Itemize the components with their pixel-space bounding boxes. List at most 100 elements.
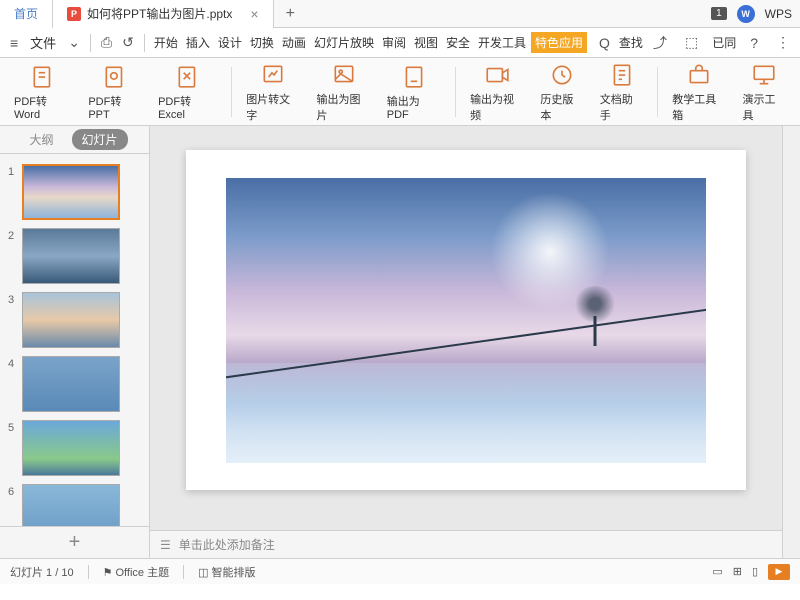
save-icon[interactable]: ⬚ xyxy=(681,34,702,51)
slide-thumbnail-5[interactable] xyxy=(22,420,120,476)
pdf-to-excel-button[interactable]: PDF转Excel xyxy=(150,58,225,125)
dropdown-icon[interactable]: ⌄ xyxy=(64,34,84,51)
ribbon-separator xyxy=(455,67,456,117)
menu-design[interactable]: 设计 xyxy=(215,34,245,51)
slide-thumbnail-2[interactable] xyxy=(22,228,120,284)
fence-graphic xyxy=(226,306,706,462)
slide-number: 5 xyxy=(8,420,22,434)
canvas-viewport[interactable] xyxy=(150,126,782,530)
print-icon[interactable]: ⎙ xyxy=(97,34,116,51)
menu-security[interactable]: 安全 xyxy=(443,34,473,51)
slide-number: 4 xyxy=(8,356,22,370)
ribbon-separator xyxy=(231,67,232,117)
export-pdf-icon xyxy=(400,63,428,91)
new-tab-button[interactable]: + xyxy=(274,0,307,28)
slideshow-button[interactable]: ▶ xyxy=(768,564,790,580)
view-sorter-icon[interactable]: ⊞ xyxy=(733,565,742,578)
menu-start[interactable]: 开始 xyxy=(151,34,181,51)
panel-tabs: 大纲 幻灯片 xyxy=(0,126,149,154)
history-button[interactable]: 历史版本 xyxy=(532,58,591,125)
export-image-icon xyxy=(330,61,358,89)
ppt-file-icon: P xyxy=(67,7,81,21)
notes-icon: ☰ xyxy=(160,538,171,552)
toolbox-icon xyxy=(685,61,713,89)
menu-bar: ≡ 文件 ⌄ ⎙ ↺ 开始 插入 设计 切换 动画 幻灯片放映 审阅 视图 安全… xyxy=(0,28,800,58)
file-menu[interactable]: 文件 xyxy=(24,33,62,52)
more-icon[interactable]: ⋮ xyxy=(772,34,794,51)
pdf-ppt-icon xyxy=(101,63,129,91)
brand-label: WPS xyxy=(765,7,792,21)
menu-review[interactable]: 审阅 xyxy=(379,34,409,51)
slide-panel: 大纲 幻灯片 1 2 3 4 5 6 + xyxy=(0,126,150,558)
doc-assistant-button[interactable]: 文档助手 xyxy=(592,58,651,125)
slide-image[interactable] xyxy=(226,178,706,463)
thumbnail-row: 6 xyxy=(0,480,149,526)
slide-thumbnail-3[interactable] xyxy=(22,292,120,348)
menu-insert[interactable]: 插入 xyxy=(183,34,213,51)
help-icon[interactable]: ? xyxy=(746,35,762,51)
wps-logo-icon[interactable]: W xyxy=(737,5,755,23)
ocr-icon xyxy=(259,61,287,89)
menu-special-apps[interactable]: 特色应用 xyxy=(531,32,587,53)
tab-slides[interactable]: 幻灯片 xyxy=(72,129,128,150)
pdf-to-word-button[interactable]: PDF转Word xyxy=(6,58,80,125)
view-normal-icon[interactable]: ▭ xyxy=(712,565,722,578)
video-icon xyxy=(483,61,511,89)
sync-label: 已同 xyxy=(712,34,736,51)
close-tab-icon[interactable]: × xyxy=(250,6,258,22)
theme-label: ⚑ Office 主题 xyxy=(103,564,170,580)
thumbnail-row: 5 xyxy=(0,416,149,480)
ribbon-separator xyxy=(657,67,658,117)
preview-icon[interactable]: ↺ xyxy=(118,34,138,51)
notes-pane[interactable]: ☰ 单击此处添加备注 xyxy=(150,530,782,558)
separator xyxy=(90,34,91,52)
tab-home-label: 首页 xyxy=(14,5,38,22)
menu-devtools[interactable]: 开发工具 xyxy=(475,34,529,51)
slide-number: 3 xyxy=(8,292,22,306)
status-bar: 幻灯片 1 / 10 ⚑ Office 主题 ◫ 智能排版 ▭ ⊞ ▯ ▶ xyxy=(0,558,800,584)
document-title: 如何将PPT输出为图片.pptx xyxy=(87,5,232,22)
share-icon[interactable]: ⤴ xyxy=(649,33,671,53)
add-slide-button[interactable]: + xyxy=(0,526,149,558)
slide-thumbnail-1[interactable] xyxy=(22,164,120,220)
slide-thumbnail-4[interactable] xyxy=(22,356,120,412)
tab-document[interactable]: P 如何将PPT输出为图片.pptx × xyxy=(53,0,274,28)
tab-outline[interactable]: 大纲 xyxy=(21,129,61,150)
notification-badge[interactable]: 1 xyxy=(711,7,727,20)
thumbnail-row: 2 xyxy=(0,224,149,288)
thumbnail-row: 1 xyxy=(0,160,149,224)
hamburger-icon[interactable]: ≡ xyxy=(6,35,22,51)
slide-number: 2 xyxy=(8,228,22,242)
slide-thumbnail-6[interactable] xyxy=(22,484,120,526)
current-slide[interactable] xyxy=(186,150,746,490)
thumbnail-row: 4 xyxy=(0,352,149,416)
menu-view[interactable]: 视图 xyxy=(411,34,441,51)
pdf-excel-icon xyxy=(174,63,202,91)
tab-home[interactable]: 首页 xyxy=(0,0,53,28)
thumbnail-list[interactable]: 1 2 3 4 5 6 xyxy=(0,154,149,526)
export-image-button[interactable]: 输出为图片 xyxy=(308,58,378,125)
right-rail[interactable] xyxy=(782,126,800,558)
menu-slideshow[interactable]: 幻灯片放映 xyxy=(311,34,377,51)
teaching-toolbox-button[interactable]: 教学工具箱 xyxy=(664,58,734,125)
menu-animation[interactable]: 动画 xyxy=(279,34,309,51)
view-reading-icon[interactable]: ▯ xyxy=(752,565,758,578)
export-video-button[interactable]: 输出为视频 xyxy=(462,58,532,125)
pdf-to-ppt-button[interactable]: PDF转PPT xyxy=(80,58,150,125)
separator xyxy=(144,34,145,52)
search-icon[interactable]: Q xyxy=(595,35,614,51)
workspace: 大纲 幻灯片 1 2 3 4 5 6 + ☰ 单击此处添加备注 xyxy=(0,126,800,558)
image-to-text-button[interactable]: 图片转文字 xyxy=(238,58,308,125)
export-pdf-button[interactable]: 输出为PDF xyxy=(379,58,449,125)
separator xyxy=(183,565,184,579)
notes-placeholder: 单击此处添加备注 xyxy=(179,536,275,553)
thumbnail-row: 3 xyxy=(0,288,149,352)
menu-transition[interactable]: 切换 xyxy=(247,34,277,51)
search-label[interactable]: 查找 xyxy=(616,34,646,51)
smart-layout[interactable]: ◫ 智能排版 xyxy=(198,564,255,580)
presentation-icon xyxy=(750,61,778,89)
separator xyxy=(88,565,89,579)
slide-position: 幻灯片 1 / 10 xyxy=(10,564,74,580)
presentation-tools-button[interactable]: 演示工具 xyxy=(735,58,794,125)
canvas-area: ☰ 单击此处添加备注 xyxy=(150,126,782,558)
